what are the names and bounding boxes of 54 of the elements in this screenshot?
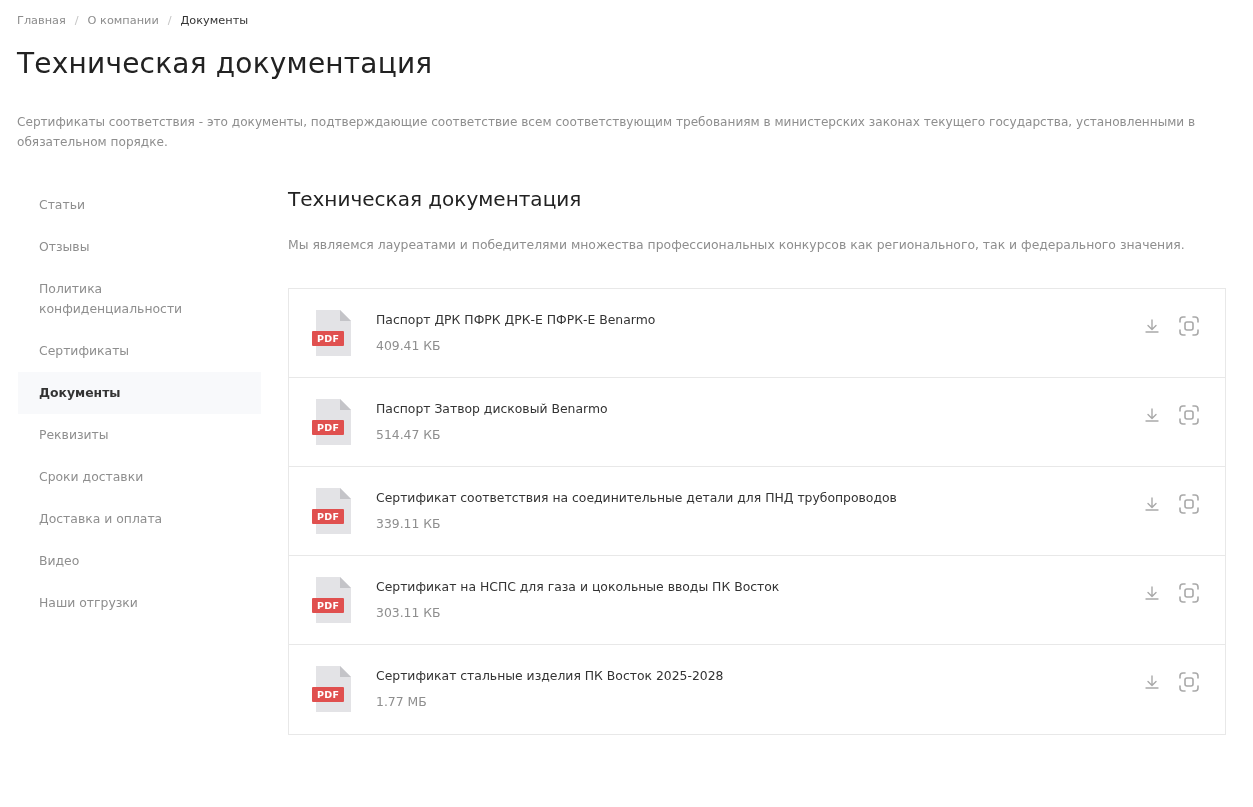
file-size: 1.77 МБ bbox=[376, 693, 427, 711]
viewfinder-icon bbox=[1179, 316, 1199, 336]
file-size: 339.11 КБ bbox=[376, 515, 441, 533]
download-icon bbox=[1145, 408, 1159, 422]
sidebar-item[interactable]: Статьи bbox=[18, 184, 200, 226]
download-button[interactable] bbox=[1143, 317, 1161, 335]
breadcrumb-link[interactable]: О компании bbox=[87, 12, 159, 30]
preview-button[interactable] bbox=[1177, 581, 1201, 605]
file-type-badge: PDF bbox=[312, 420, 345, 435]
sidebar-item[interactable]: Реквизиты bbox=[18, 414, 200, 456]
breadcrumb-separator: / bbox=[74, 13, 79, 29]
sidebar-item[interactable]: Доставка и оплата bbox=[18, 498, 200, 540]
download-icon bbox=[1145, 497, 1159, 511]
document-link[interactable]: Сертификат на НСПС для газа и цокольные вводы ПК Восток bbox=[376, 578, 780, 596]
download-icon bbox=[1145, 319, 1159, 333]
download-button[interactable] bbox=[1143, 584, 1161, 602]
breadcrumb-current: Документы bbox=[180, 13, 249, 29]
preview-button[interactable] bbox=[1177, 403, 1201, 427]
file-type-badge: PDF bbox=[312, 598, 345, 613]
preview-button[interactable] bbox=[1177, 670, 1201, 694]
breadcrumb-link[interactable]: Главная bbox=[17, 12, 66, 30]
document-link[interactable]: Паспорт ДРК ПФРК ДРК-Е ПФРК-Е Benarmo bbox=[376, 311, 656, 329]
file-size: 409.41 КБ bbox=[376, 337, 441, 355]
section-title: Техническая документация bbox=[288, 186, 583, 213]
document-link[interactable]: Сертификат соответствия на соединительные детали для ПНД трубопроводов bbox=[376, 489, 897, 507]
download-icon bbox=[1145, 675, 1159, 689]
sidebar-item[interactable]: Документы bbox=[18, 372, 261, 414]
viewfinder-icon bbox=[1179, 494, 1199, 514]
file-size: 303.11 КБ bbox=[376, 604, 441, 622]
sidebar-item[interactable]: Видео bbox=[18, 540, 200, 582]
file-type-badge: PDF bbox=[312, 687, 345, 702]
download-button[interactable] bbox=[1143, 406, 1161, 424]
intro-text: Сертификаты соответствия - это документы, подтверждающие соответствие всем соответствующим требованиям в министерских законах текущего государства, установленными в обязательном порядке. bbox=[17, 114, 1197, 151]
page-title: Техническая документация bbox=[17, 46, 434, 82]
preview-button[interactable] bbox=[1177, 314, 1201, 338]
download-button[interactable] bbox=[1143, 495, 1161, 513]
preview-button[interactable] bbox=[1177, 492, 1201, 516]
file-type-badge: PDF bbox=[312, 509, 345, 524]
download-icon bbox=[1145, 586, 1159, 600]
file-size: 514.47 КБ bbox=[376, 426, 441, 444]
document-link[interactable]: Сертификат стальные изделия ПК Восток 2025-2028 bbox=[376, 667, 724, 685]
sidebar-item[interactable]: Наши отгрузки bbox=[18, 582, 200, 624]
sidebar-item[interactable]: Отзывы bbox=[18, 226, 200, 268]
download-button[interactable] bbox=[1143, 673, 1161, 691]
sidebar-item[interactable]: Сроки доставки bbox=[18, 456, 200, 498]
viewfinder-icon bbox=[1179, 672, 1199, 692]
breadcrumb-separator: / bbox=[167, 13, 172, 29]
file-type-badge: PDF bbox=[312, 331, 345, 346]
document-link[interactable]: Паспорт Затвор дисковый Benarmo bbox=[376, 400, 608, 418]
sidebar-item[interactable]: Сертификаты bbox=[18, 330, 200, 372]
viewfinder-icon bbox=[1179, 405, 1199, 425]
viewfinder-icon bbox=[1179, 583, 1199, 603]
section-description: Мы являемся лауреатами и победителями множества профессиональных конкурсов как регионального, так и федерального значения. bbox=[288, 236, 1186, 254]
sidebar-item[interactable]: Политика конфиденциальности bbox=[18, 268, 200, 330]
